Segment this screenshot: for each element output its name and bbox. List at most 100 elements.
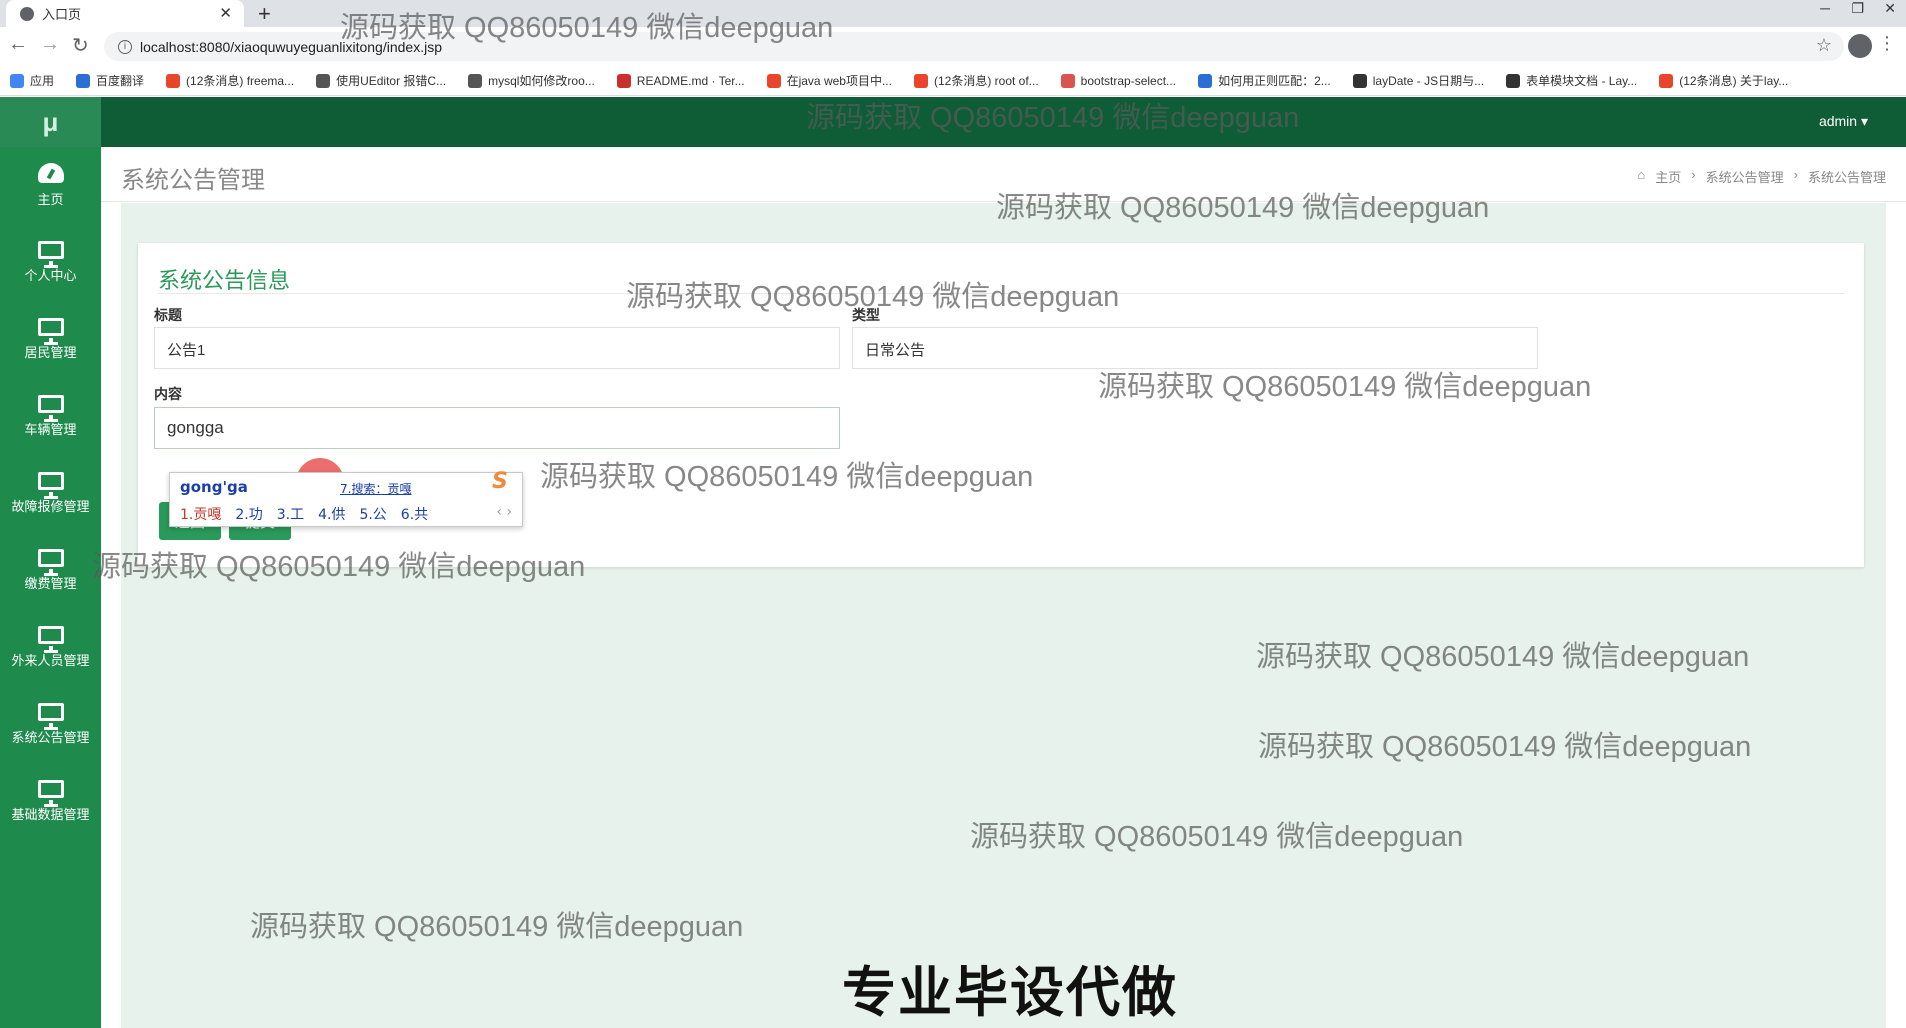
bookmark-label: layDate - JS日期与...: [1372, 74, 1485, 88]
watermark: 源码获取 QQ86050149 微信deepguan: [1256, 641, 1750, 673]
close-icon[interactable]: ✕: [219, 4, 232, 22]
sidebar-item-3[interactable]: 车辆管理: [0, 378, 101, 455]
bookmark-item[interactable]: layDate - JS日期与...: [1352, 72, 1485, 89]
ime-candidate[interactable]: 1.贡嘎: [180, 504, 221, 524]
reload-icon[interactable]: ↻: [72, 33, 89, 58]
bookmark-item[interactable]: 百度翻译: [76, 72, 144, 89]
title-label: 标题: [154, 307, 182, 323]
address-bar: ← → ↻ i localhost:8080/xiaoquwuyeguanlix…: [0, 27, 1906, 66]
content-label: 内容: [154, 386, 182, 402]
bookmark-label: (12条消息) freema...: [186, 74, 295, 88]
watermark: 源码获取 QQ86050149 微信deepguan: [540, 461, 1034, 493]
bookmark-favicon-icon: [468, 73, 483, 88]
breadcrumb-item[interactable]: 系统公告管理: [1808, 167, 1886, 186]
monitor-icon: [37, 626, 64, 653]
watermark: 源码获取 QQ86050149 微信deepguan: [996, 192, 1490, 224]
ime-candidate[interactable]: 6.共: [401, 504, 428, 524]
user-menu[interactable]: admin ▾: [1819, 113, 1868, 130]
bookmark-favicon-icon: [316, 73, 331, 88]
ime-candidates: 1.贡嘎 2.功 3.工 4.供 5.公 6.共: [180, 504, 428, 524]
bookmark-item[interactable]: 应用: [10, 72, 54, 89]
watermark: 源码获取 QQ86050149 微信deepguan: [92, 551, 586, 583]
bookmark-item[interactable]: (12条消息) root of...: [913, 72, 1039, 89]
ime-page-nav[interactable]: ‹ ›: [496, 504, 512, 520]
bookmark-item[interactable]: README.md · Ter...: [616, 73, 745, 88]
watermark: 源码获取 QQ86050149 微信deepguan: [970, 821, 1464, 853]
plus-icon[interactable]: +: [258, 1, 271, 27]
bookmark-item[interactable]: bootstrap-select...: [1060, 73, 1176, 88]
app-logo[interactable]: μ: [0, 97, 101, 147]
bookmark-favicon-icon: [1659, 73, 1674, 88]
bookmark-item[interactable]: 使用UEditor 报错C...: [316, 72, 446, 89]
monitor-icon: [37, 549, 64, 576]
ime-candidate[interactable]: 2.功: [235, 504, 262, 524]
bookmark-item[interactable]: mysql如何修改roo...: [468, 72, 595, 89]
profile-avatar-icon[interactable]: [1848, 34, 1872, 58]
bookmark-item[interactable]: (12条消息) freema...: [166, 72, 294, 89]
sidebar: 主页个人中心 居民管理 车辆管理 故障报修管理 缴费管理 外来人员管理 系统公告管理 基础数据…: [0, 147, 101, 1028]
ime-candidate[interactable]: 4.供: [318, 504, 345, 524]
bookmark-favicon-icon: [1198, 73, 1213, 88]
sidebar-item-4[interactable]: 故障报修管理: [0, 455, 101, 532]
bookmark-favicon-icon: [76, 73, 91, 88]
sidebar-item-7[interactable]: 系统公告管理: [0, 686, 101, 763]
watermark: 源码获取 QQ86050149 微信deepguan: [806, 102, 1300, 134]
breadcrumb-item[interactable]: 主页: [1655, 167, 1681, 186]
tab-title: 入口页: [42, 7, 82, 22]
watermark: 源码获取 QQ86050149 微信deepguan: [250, 911, 744, 943]
watermark: 源码获取 QQ86050149 微信deepguan: [1098, 371, 1592, 403]
title-input[interactable]: 公告1: [154, 327, 840, 369]
bookmark-favicon-icon: [616, 73, 631, 88]
sidebar-item-0[interactable]: 主页: [0, 147, 101, 224]
sidebar-item-5[interactable]: 缴费管理: [0, 532, 101, 609]
sidebar-item-1[interactable]: 个人中心: [0, 224, 101, 301]
star-icon[interactable]: ☆: [1816, 35, 1832, 56]
monitor-icon: [37, 703, 64, 730]
monitor-icon: [37, 395, 64, 422]
bookmark-label: 如何用正则匹配：2...: [1218, 74, 1331, 88]
content-input[interactable]: gongga: [154, 407, 840, 449]
apps-grid-icon: [10, 73, 24, 88]
breadcrumb: ⌂ 主页 › 系统公告管理 › 系统公告管理: [1637, 167, 1886, 186]
watermark: 源码获取 QQ86050149 微信deepguan: [340, 12, 834, 44]
bookmark-label: 应用: [30, 74, 55, 88]
monitor-icon: [37, 241, 64, 268]
bookmark-label: 表单模块文档 - Lay...: [1526, 74, 1638, 88]
ime-candidate[interactable]: 5.公: [359, 504, 386, 524]
bookmark-favicon-icon: [766, 73, 781, 88]
minimize-icon[interactable]: ─: [1820, 0, 1830, 16]
sidebar-item-2[interactable]: 居民管理: [0, 301, 101, 378]
bookmark-item[interactable]: 如何用正则匹配：2...: [1198, 72, 1331, 89]
sidebar-item-8[interactable]: 基础数据管理: [0, 763, 101, 840]
ime-search-link[interactable]: 7.搜索：贡嘎: [340, 480, 411, 497]
forward-arrow-icon[interactable]: →: [40, 33, 60, 56]
bookmark-favicon-icon: [1506, 73, 1521, 88]
ime-candidate[interactable]: 3.工: [277, 504, 304, 524]
bookmark-item[interactable]: (12条消息) 关于lay...: [1659, 72, 1788, 89]
bookmark-label: 使用UEditor 报错C...: [336, 74, 447, 88]
sidebar-item-label: 主页: [37, 192, 64, 207]
back-arrow-icon[interactable]: ←: [8, 33, 28, 56]
home-icon: ⌂: [1637, 167, 1646, 182]
bookmark-item[interactable]: 在java web项目中...: [766, 72, 892, 89]
restore-icon[interactable]: ❐: [1851, 0, 1864, 17]
globe-icon: [20, 6, 34, 21]
bookmark-favicon-icon: [166, 73, 181, 88]
browser-tab[interactable]: 入口页 ✕: [6, 0, 244, 27]
monitor-icon: [37, 318, 64, 345]
info-icon[interactable]: i: [118, 39, 132, 54]
kebab-menu-icon[interactable]: ⋮: [1878, 33, 1896, 54]
bookmark-favicon-icon: [1060, 73, 1075, 88]
sidebar-item-6[interactable]: 外来人员管理: [0, 609, 101, 686]
window-close-icon[interactable]: ✕: [1884, 0, 1896, 17]
sogou-logo-icon: S: [492, 469, 508, 494]
bookmark-label: 百度翻译: [96, 74, 145, 88]
bookmark-label: mysql如何修改roo...: [488, 74, 595, 88]
bookmark-label: (12条消息) root of...: [933, 74, 1039, 88]
breadcrumb-item[interactable]: 系统公告管理: [1706, 167, 1784, 186]
bookmark-label: 在java web项目中...: [786, 74, 892, 88]
bookmark-item[interactable]: 表单模块文档 - Lay...: [1506, 72, 1637, 89]
bookmark-favicon-icon: [913, 73, 928, 88]
monitor-icon: [37, 472, 64, 499]
bookmark-favicon-icon: [1352, 73, 1367, 88]
